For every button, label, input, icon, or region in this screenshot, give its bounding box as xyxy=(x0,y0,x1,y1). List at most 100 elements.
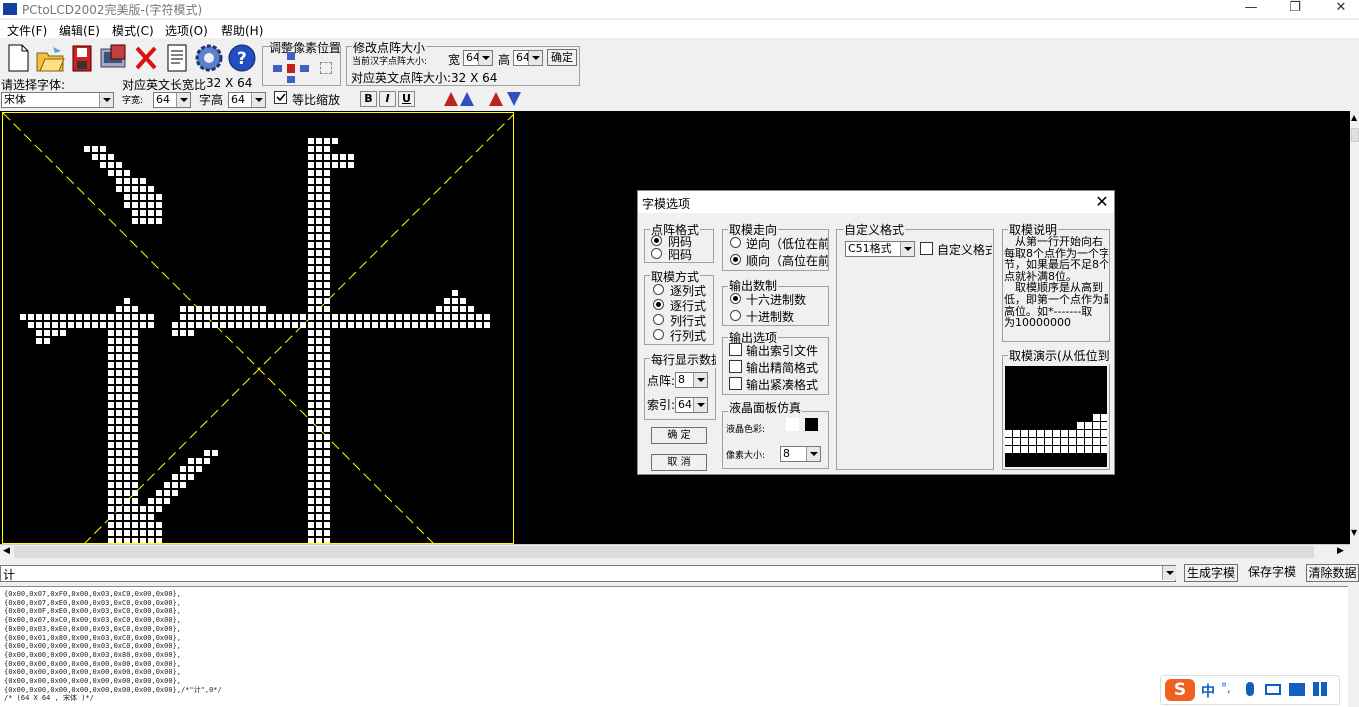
glyph-pixel[interactable] xyxy=(116,522,122,528)
glyph-pixel[interactable] xyxy=(124,530,130,536)
glyph-pixel[interactable] xyxy=(100,162,106,168)
new-file-icon[interactable] xyxy=(2,41,34,74)
glyph-pixel[interactable] xyxy=(116,394,122,400)
glyph-pixel[interactable] xyxy=(452,314,458,320)
glyph-pixel[interactable] xyxy=(228,314,234,320)
glyph-pixel[interactable] xyxy=(284,322,290,328)
glyph-pixel[interactable] xyxy=(324,234,330,240)
glyph-pixel[interactable] xyxy=(316,434,322,440)
glyph-pixel[interactable] xyxy=(308,530,314,536)
clear-data-button[interactable]: 清除数据 xyxy=(1306,564,1359,582)
glyph-pixel[interactable] xyxy=(116,490,122,496)
glyph-pixel[interactable] xyxy=(124,410,130,416)
glyph-pixel[interactable] xyxy=(196,314,202,320)
glyph-pixel[interactable] xyxy=(116,386,122,392)
glyph-pixel[interactable] xyxy=(188,322,194,328)
proportional-checkbox[interactable] xyxy=(274,91,287,104)
glyph-pixel[interactable] xyxy=(60,330,66,336)
glyph-pixel[interactable] xyxy=(188,306,194,312)
matrix-width-select[interactable]: 64 xyxy=(463,50,493,66)
glyph-pixel[interactable] xyxy=(324,226,330,232)
radio-column-wise[interactable] xyxy=(653,284,664,295)
radio-positive-code[interactable] xyxy=(651,248,662,259)
glyph-pixel[interactable] xyxy=(116,450,122,456)
glyph-pixel[interactable] xyxy=(324,162,330,168)
glyph-pixel[interactable] xyxy=(156,522,162,528)
shift-center-icon[interactable] xyxy=(287,64,295,73)
menu-edit[interactable]: 编辑(E) xyxy=(59,22,100,39)
glyph-pixel[interactable] xyxy=(148,186,154,192)
glyph-pixel[interactable] xyxy=(148,522,154,528)
glyph-pixel[interactable] xyxy=(348,154,354,160)
glyph-pixel[interactable] xyxy=(108,410,114,416)
glyph-pixel[interactable] xyxy=(316,514,322,520)
glyph-pixel[interactable] xyxy=(188,474,194,480)
glyph-pixel[interactable] xyxy=(316,274,322,280)
glyph-pixel[interactable] xyxy=(108,162,114,168)
glyph-pixel[interactable] xyxy=(108,322,114,328)
glyph-pixel[interactable] xyxy=(324,218,330,224)
dialog-cancel-button[interactable]: 取 消 xyxy=(651,454,707,471)
glyph-pixel[interactable] xyxy=(124,402,130,408)
glyph-pixel[interactable] xyxy=(68,314,74,320)
glyph-pixel[interactable] xyxy=(452,322,458,328)
glyph-pixel[interactable] xyxy=(308,226,314,232)
glyph-pixel[interactable] xyxy=(308,362,314,368)
glyph-pixel[interactable] xyxy=(148,218,154,224)
glyph-pixel[interactable] xyxy=(124,346,130,352)
glyph-pixel[interactable] xyxy=(316,250,322,256)
glyph-pixel[interactable] xyxy=(108,154,114,160)
glyph-pixel[interactable] xyxy=(124,202,130,208)
glyph-pixel[interactable] xyxy=(180,466,186,472)
glyph-pixel[interactable] xyxy=(300,322,306,328)
glyph-pixel[interactable] xyxy=(476,322,482,328)
glyph-pixel[interactable] xyxy=(324,170,330,176)
glyph-pixel[interactable] xyxy=(52,314,58,320)
glyph-pixel[interactable] xyxy=(132,346,138,352)
glyph-pixel[interactable] xyxy=(124,386,130,392)
char-width-select[interactable]: 64 xyxy=(153,92,191,108)
glyph-pixel[interactable] xyxy=(132,194,138,200)
glyph-pixel[interactable] xyxy=(36,314,42,320)
glyph-pixel[interactable] xyxy=(100,322,106,328)
glyph-pixel[interactable] xyxy=(308,242,314,248)
glyph-pixel[interactable] xyxy=(436,306,442,312)
glyph-pixel[interactable] xyxy=(324,450,330,456)
glyph-pixel[interactable] xyxy=(428,314,434,320)
glyph-pixel[interactable] xyxy=(108,386,114,392)
index-count-select[interactable]: 64 xyxy=(675,397,708,413)
glyph-pixel[interactable] xyxy=(316,298,322,304)
glyph-pixel[interactable] xyxy=(324,274,330,280)
glyph-pixel[interactable] xyxy=(324,418,330,424)
glyph-pixel[interactable] xyxy=(324,330,330,336)
glyph-pixel[interactable] xyxy=(316,186,322,192)
glyph-pixel[interactable] xyxy=(124,322,130,328)
glyph-pixel[interactable] xyxy=(308,482,314,488)
glyph-pixel[interactable] xyxy=(204,322,210,328)
glyph-pixel[interactable] xyxy=(140,218,146,224)
glyph-pixel[interactable] xyxy=(108,474,114,480)
glyph-pixel[interactable] xyxy=(308,450,314,456)
glyph-pixel[interactable] xyxy=(444,314,450,320)
glyph-pixel[interactable] xyxy=(108,506,114,512)
shift-down-icon[interactable] xyxy=(287,76,295,83)
glyph-pixel[interactable] xyxy=(116,418,122,424)
glyph-pixel[interactable] xyxy=(44,338,50,344)
glyph-pixel[interactable] xyxy=(236,322,242,328)
glyph-pixel[interactable] xyxy=(108,466,114,472)
glyph-pixel[interactable] xyxy=(308,466,314,472)
glyph-pixel[interactable] xyxy=(108,354,114,360)
glyph-pixel[interactable] xyxy=(172,330,178,336)
glyph-pixel[interactable] xyxy=(100,314,106,320)
glyph-pixel[interactable] xyxy=(324,306,330,312)
glyph-pixel[interactable] xyxy=(404,314,410,320)
microphone-icon[interactable] xyxy=(1246,682,1254,696)
glyph-pixel[interactable] xyxy=(108,418,114,424)
glyph-pixel[interactable] xyxy=(316,442,322,448)
radio-decimal[interactable] xyxy=(730,310,741,321)
glyph-pixel[interactable] xyxy=(236,314,242,320)
glyph-pixel[interactable] xyxy=(308,378,314,384)
canvas-horizontal-scrollbar[interactable]: ◀ ▶ xyxy=(0,544,1350,559)
glyph-pixel[interactable] xyxy=(108,450,114,456)
output-code-area[interactable]: {0x00,0x07,0xF0,0x00,0x03,0xC0,0x00,0x00… xyxy=(0,586,1348,707)
